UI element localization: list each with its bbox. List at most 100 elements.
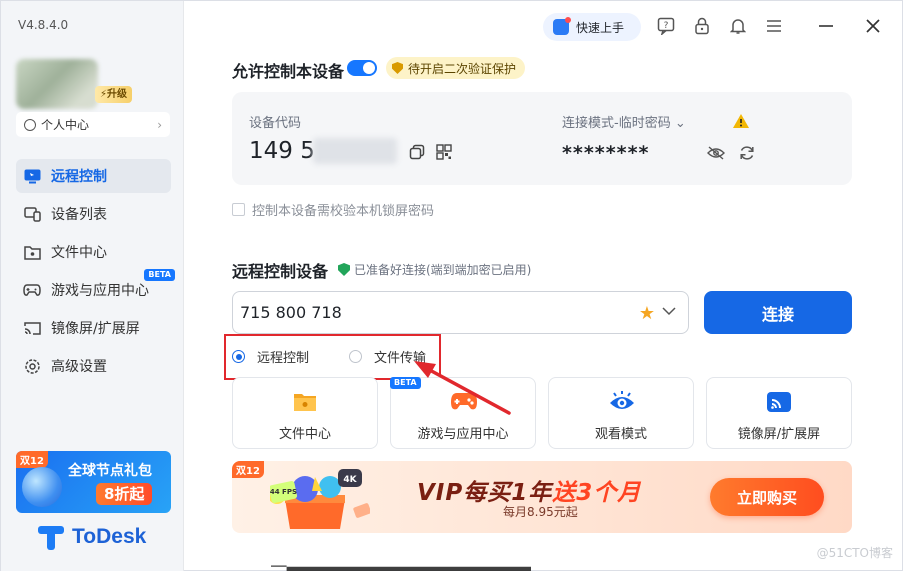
tile-label: 观看模式: [594, 427, 647, 442]
close-icon[interactable]: [862, 15, 884, 37]
vip-promo-text: VIP每买1年送3个月: [417, 480, 642, 506]
two-factor-warning-badge[interactable]: 待开启二次验证保护: [386, 57, 526, 79]
monitor-icon: [23, 167, 41, 185]
gamepad-icon: [23, 281, 41, 299]
chevron-down-icon[interactable]: [662, 303, 676, 317]
sidebar-item-label: 游戏与应用中心: [51, 283, 149, 299]
chevron-right-icon: ›: [157, 117, 162, 132]
sidebar-item-device-list[interactable]: 设备列表: [16, 197, 171, 231]
4k-label: 4K: [343, 475, 357, 485]
device-list-icon: [23, 205, 41, 223]
gift-box-icon: 144 FPS 4K: [270, 469, 370, 529]
radio-remote-control[interactable]: 远程控制: [232, 347, 309, 366]
sidebar: V4.8.4.0 ⚡升级 个人中心 › 远程控制 设备列表 文件中心 游戏与应用…: [1, 1, 184, 571]
personal-center-label: 个人中心: [41, 118, 90, 132]
promo-title: 全球节点礼包: [68, 463, 152, 479]
tile-mirror-screen[interactable]: 镜像屏/扩展屏: [706, 377, 852, 449]
secure-shield-icon: [338, 263, 350, 276]
hide-password-icon[interactable]: [707, 144, 725, 162]
buy-now-button[interactable]: 立即购买: [710, 478, 824, 516]
vip-promo-banner[interactable]: 双12 144 FPS 4K VIP每买1年送3个月 每月8.95元起 立即购买: [232, 461, 852, 533]
guide-icon: [553, 17, 571, 35]
qrcode-icon[interactable]: [435, 143, 453, 161]
gear-icon: [23, 357, 41, 375]
copy-icon[interactable]: [408, 143, 426, 161]
version-label: V4.8.4.0: [18, 18, 69, 32]
sidebar-item-file-center[interactable]: 文件中心: [16, 235, 171, 269]
connection-status-label: 已准备好连接(端到端加密已启用): [354, 263, 532, 277]
sidebar-item-remote-control[interactable]: 远程控制: [16, 159, 171, 193]
radio-dot: [232, 350, 245, 363]
banner-tag: 双12: [232, 461, 264, 478]
logo-mark-icon: [38, 524, 66, 550]
radio-dot: [349, 350, 362, 363]
lock-screen-password-checkbox[interactable]: 控制本设备需校验本机锁屏密码: [232, 200, 434, 219]
temporary-password: ********: [562, 142, 650, 164]
lock-icon[interactable]: [691, 15, 713, 37]
star-icon[interactable]: ★: [639, 303, 655, 324]
sidebar-item-games-apps[interactable]: 游戏与应用中心 BETA: [16, 269, 175, 307]
lock-screen-check-label: 控制本设备需校验本机锁屏密码: [252, 204, 435, 219]
background-text-fragment: [271, 565, 531, 571]
sidebar-item-label: 高级设置: [51, 359, 107, 375]
sidebar-item-label: 远程控制: [51, 169, 107, 185]
globe-icon: [22, 467, 62, 507]
feedback-icon[interactable]: ?: [655, 15, 677, 37]
menu-icon[interactable]: [763, 15, 785, 37]
promo-tag: 双12: [16, 451, 48, 468]
two-factor-warning-label: 待开启二次验证保护: [408, 61, 517, 76]
promo-discount: 8折起: [96, 483, 153, 505]
beta-badge: BETA: [144, 269, 175, 281]
device-code-value: 149 5: [249, 138, 315, 164]
minimize-icon[interactable]: [815, 15, 837, 37]
partner-id-input[interactable]: 715 800 718 ★: [232, 291, 689, 334]
cast-icon: [23, 319, 41, 337]
tile-watch-mode[interactable]: 观看模式: [548, 377, 694, 449]
fps-label: 144 FPS: [270, 488, 297, 496]
todesk-logo: ToDesk: [38, 524, 146, 550]
sidebar-item-label: 镜像屏/扩展屏: [51, 321, 140, 337]
connect-button[interactable]: 连接: [704, 291, 852, 334]
tile-file-center[interactable]: 文件中心: [232, 377, 378, 449]
sidebar-nav: 远程控制 设备列表 文件中心 游戏与应用中心 BETA 镜像屏/扩展屏 高级设置: [16, 159, 175, 387]
device-code-label: 设备代码: [249, 116, 302, 131]
shield-icon: [392, 62, 403, 74]
bell-icon[interactable]: [727, 15, 749, 37]
global-node-promo[interactable]: 双12 全球节点礼包 8折起: [16, 451, 171, 513]
chevron-down-icon: ⌄: [674, 116, 686, 131]
cast-icon: [766, 390, 792, 414]
connection-status: 已准备好连接(端到端加密已启用): [338, 261, 531, 278]
warning-icon: [732, 112, 750, 130]
eye-icon: [608, 390, 634, 414]
sidebar-item-label: 文件中心: [51, 245, 107, 261]
svg-text:?: ?: [664, 21, 669, 31]
radio-remote-control-label: 远程控制: [257, 351, 310, 366]
quick-start-label: 快速上手: [576, 20, 625, 35]
refresh-icon[interactable]: [738, 144, 756, 162]
sidebar-item-label: 设备列表: [51, 207, 107, 223]
partner-id-value: 715 800 718: [240, 303, 342, 322]
tile-label: 镜像屏/扩展屏: [737, 427, 821, 442]
watermark: @51CTO博客: [816, 546, 893, 560]
checkbox[interactable]: [232, 203, 245, 216]
vip-promo-subtext: 每月8.95元起: [503, 505, 578, 519]
upgrade-badge[interactable]: ⚡升级: [95, 86, 133, 103]
annotation-arrow: [414, 361, 511, 415]
device-code-redacted: [313, 138, 397, 164]
avatar[interactable]: [16, 59, 98, 109]
personal-center-button[interactable]: 个人中心 ›: [16, 112, 170, 137]
folder-icon: [23, 243, 41, 261]
remote-control-title: 远程控制设备: [232, 262, 329, 281]
tile-label: 文件中心: [278, 427, 331, 442]
brand-name: ToDesk: [72, 525, 147, 548]
sidebar-item-mirror-screen[interactable]: 镜像屏/扩展屏: [16, 311, 171, 345]
folder-icon: [292, 390, 318, 414]
connection-mode-dropdown[interactable]: 连接模式-临时密码 ⌄: [562, 112, 686, 131]
allow-control-title: 允许控制本设备: [232, 62, 345, 81]
quick-start-button[interactable]: 快速上手: [543, 13, 641, 41]
sidebar-item-advanced-settings[interactable]: 高级设置: [16, 349, 171, 383]
user-icon: [24, 118, 36, 131]
tile-label: 游戏与应用中心: [417, 427, 509, 442]
todesk-window: V4.8.4.0 ⚡升级 个人中心 › 远程控制 设备列表 文件中心 游戏与应用…: [0, 0, 903, 571]
allow-control-toggle[interactable]: [347, 60, 377, 76]
